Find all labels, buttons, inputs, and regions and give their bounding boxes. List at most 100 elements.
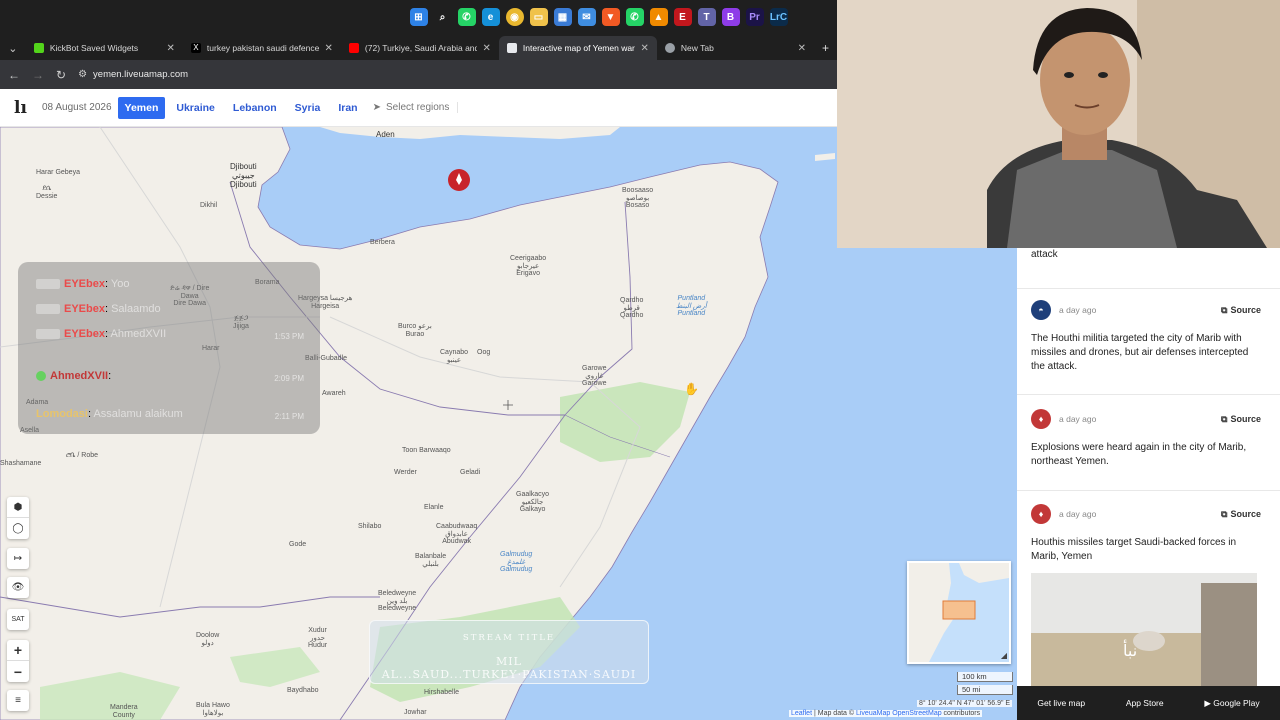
browser-tab-bar: ⌄ KickBot Saved Widgets ✕ X turkey pakis… — [0, 34, 837, 60]
feed-item[interactable]: ♦ a day ago ⧉ Source Explosions were hear… — [1031, 409, 1261, 469]
vlc-icon[interactable]: ▲ — [649, 8, 668, 26]
nav-lebanon[interactable]: Lebanon — [226, 97, 284, 119]
nav-ukraine[interactable]: Ukraine — [169, 97, 222, 119]
chat-username: EYEbex — [64, 328, 105, 340]
source-link[interactable]: ⧉ Source — [1221, 509, 1261, 520]
zoom-out-button[interactable]: − — [7, 661, 29, 682]
liveuamap-link[interactable]: LiveuaMap — [856, 710, 890, 717]
tab-new-tab[interactable]: New Tab ✕ — [657, 36, 814, 60]
close-icon[interactable]: ✕ — [167, 43, 175, 54]
map-label-toon-barwaaqo: Toon Barwaaqo — [402, 447, 451, 454]
tab-youtube[interactable]: (72) Turkiye, Saudi Arabia and P ✕ — [341, 36, 499, 60]
feed-text: Houthis missiles target Saudi-backed for… — [1031, 537, 1237, 562]
osm-link[interactable]: OpenStreetMap — [892, 710, 941, 717]
feed-text: The Houthi militia targeted the city of … — [1031, 333, 1249, 372]
map-label-gaalkacyo: Gaalkacyo جالكعيو Galkayo — [516, 491, 550, 514]
chat-text: Assalamu alaikum — [93, 408, 183, 420]
stream-title-text: MIL AL...SAUD...TURKEY·PAKISTAN·SAUDI — [381, 655, 637, 681]
chat-badge — [36, 279, 60, 290]
stream-title-overlay: STREAM TITLE MIL AL...SAUD...TURKEY·PAKI… — [369, 620, 649, 684]
land-yemen — [320, 127, 620, 139]
layers-icon[interactable]: ≡ — [7, 690, 29, 711]
reload-icon[interactable]: ↻ — [56, 68, 66, 82]
google-play-button[interactable]: ▶ Google Play — [1204, 698, 1259, 709]
store-icon[interactable]: ▦ — [553, 8, 572, 26]
tab-title: New Tab — [680, 43, 714, 53]
close-icon[interactable]: ✕ — [325, 43, 333, 54]
tab-search-icon[interactable]: ⌄ — [0, 36, 26, 60]
close-icon[interactable]: ✕ — [483, 43, 491, 54]
map-label-bula-hawo: Bula Hawo بولاهاوا — [196, 702, 230, 717]
feed-image[interactable]: نبأ — [1031, 573, 1257, 686]
map-label-beledweyne: Beledweyne بلد وين Beledweyne — [378, 590, 417, 613]
zoom-in-button[interactable]: + — [7, 640, 29, 661]
tab-title: Interactive map of Yemen war - — [522, 43, 635, 53]
chrome-icon[interactable]: ◉ — [505, 8, 524, 26]
news-feed: attack ◓ a day ago ⧉ Source The Houthi mi… — [1017, 248, 1280, 686]
whatsapp-icon[interactable]: ✆ — [457, 8, 476, 26]
folder-icon[interactable]: ▭ — [529, 8, 548, 26]
feed-time: a day ago — [1059, 305, 1097, 315]
map-label-gode: Gode — [289, 541, 307, 548]
lrc-icon[interactable]: LrC — [769, 8, 788, 26]
tab-x-search[interactable]: X turkey pakistan saudi defence p ✕ — [183, 36, 341, 60]
map-label-awareh: Awareh — [322, 390, 346, 397]
external-link-icon: ⧉ — [1221, 508, 1228, 519]
map-label-werder: Werder — [394, 469, 417, 476]
feed-time: a day ago — [1059, 414, 1097, 424]
map-label-garowe: Garowe غاروي Garowe — [582, 365, 607, 388]
satellite-button[interactable]: SAT — [7, 609, 29, 630]
feed-item[interactable]: ◓ a day ago ⧉ Source The Houthi militia t… — [1031, 300, 1261, 374]
search-icon[interactable]: ⌕ — [434, 8, 452, 26]
site-info-icon[interactable]: ⚙ — [78, 69, 87, 80]
hide-eye-icon[interactable]: 👁 — [7, 577, 29, 598]
nav-syria[interactable]: Syria — [288, 97, 328, 119]
feed-item[interactable]: ♦ a day ago ⧉ Source Houthis missiles tar… — [1031, 504, 1261, 564]
close-icon[interactable]: ✕ — [641, 43, 649, 54]
whatsapp-2-icon[interactable]: ✆ — [625, 8, 644, 26]
close-icon[interactable]: ✕ — [798, 43, 806, 54]
map-label-berbera: Berbera — [370, 239, 395, 246]
app-store-button[interactable]: App Store — [1126, 698, 1164, 708]
minimap-toggle-icon[interactable]: ◢ — [1001, 651, 1007, 660]
windows-start-icon[interactable]: ⊞ — [409, 8, 428, 26]
teams-icon[interactable]: T — [697, 8, 716, 26]
e-icon[interactable]: E — [673, 8, 692, 26]
feed-image-caption: نبأ — [1123, 641, 1138, 660]
back-arrow-icon[interactable]: ← — [8, 68, 20, 82]
brave-icon[interactable]: ▼ — [601, 8, 620, 26]
map-label-harar-gebeya: Harar Gebeya — [36, 169, 80, 176]
map-label-caabudwaaq: Caabudwaaq عابدواق Abudwak — [436, 523, 478, 546]
navigation-arrow-icon: ➤ — [372, 102, 381, 113]
tab-liveuamap[interactable]: Interactive map of Yemen war - ✕ — [498, 36, 657, 60]
feed-meta: ♦ a day ago ⧉ Source — [1031, 409, 1261, 429]
measure-icon[interactable]: ↦ — [7, 548, 29, 569]
url-field[interactable]: yemen.liveuamap.com — [93, 69, 188, 80]
tab-kickbot[interactable]: KickBot Saved Widgets ✕ — [26, 36, 183, 60]
webcam-person — [837, 0, 1280, 248]
draw-polygon-icon[interactable]: ⬢ — [7, 497, 29, 518]
hand-cursor: ✋ — [684, 382, 699, 396]
chat-badge — [36, 371, 46, 382]
select-regions-button[interactable]: ➤ Select regions — [373, 102, 459, 113]
source-link[interactable]: ⧉ Source — [1221, 305, 1261, 316]
app-store-label: App Store — [1125, 698, 1164, 708]
edge-icon[interactable]: e — [481, 8, 500, 26]
chat-username: EYEbex — [64, 278, 105, 290]
minimap[interactable]: ◢ — [907, 561, 1011, 664]
source-link[interactable]: ⧉ Source — [1221, 414, 1261, 425]
leaflet-link[interactable]: Leaflet — [791, 710, 812, 717]
app-b-icon[interactable]: B — [721, 8, 740, 26]
mail-icon[interactable]: ✉ — [577, 8, 596, 26]
layers-tool: ≡ — [7, 690, 29, 711]
new-tab-plus-icon[interactable]: + — [814, 36, 837, 60]
nav-yemen[interactable]: Yemen — [117, 96, 166, 119]
forward-arrow-icon[interactable]: → — [32, 68, 44, 82]
liveuamap-logo[interactable]: lı — [14, 98, 42, 118]
x-favicon-icon: X — [190, 43, 201, 53]
nav-iran[interactable]: Iran — [331, 97, 364, 119]
premiere-icon[interactable]: Pr — [745, 8, 764, 26]
map-label-dikhil: Dikhil — [200, 202, 218, 209]
zoom-controls: + − — [7, 640, 29, 682]
draw-circle-icon[interactable]: ◯ — [7, 518, 29, 539]
